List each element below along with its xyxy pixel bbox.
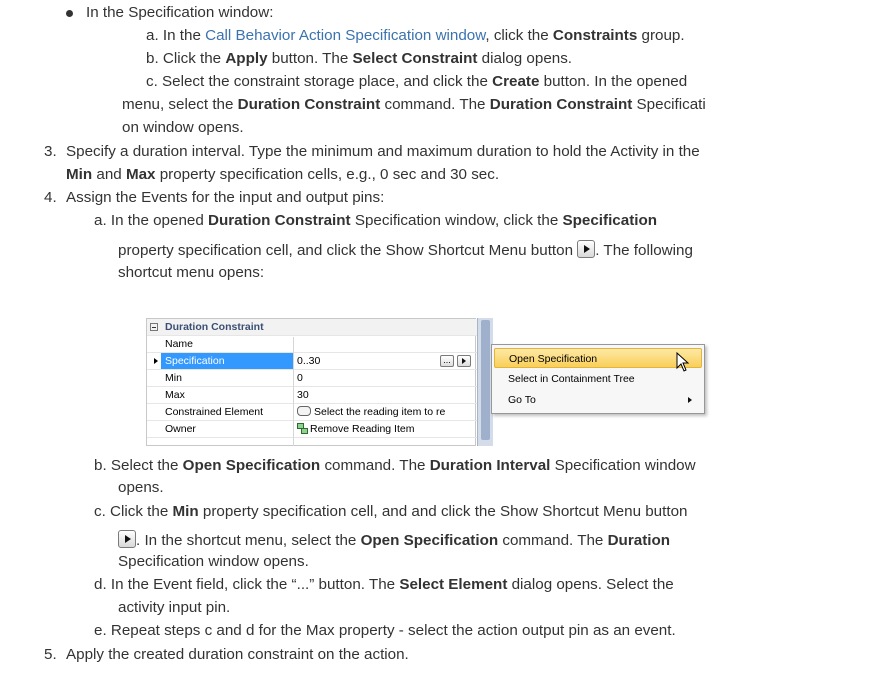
owner-element-icon	[297, 423, 308, 434]
step4-b: b. Select the Open Specification command…	[94, 457, 696, 474]
property-grid: Duration Constraint Name Specification 0…	[146, 318, 477, 446]
substep-a: a. In the Call Behavior Action Specifica…	[146, 27, 685, 44]
grid-row-owner: Owner Remove Reading Item	[147, 421, 477, 438]
constraint-oval-icon	[297, 406, 311, 416]
step4-c: c. Click the Min property specification …	[94, 503, 688, 520]
step4-d-cont: activity input pin.	[118, 599, 231, 616]
shortcut-menu: Open Specification Select in Containment…	[491, 344, 705, 414]
step4-line1: Assign the Events for the input and outp…	[66, 189, 385, 206]
step4-b-cont: opens.	[118, 479, 164, 496]
step4-c-cont2: Specification window opens.	[118, 553, 309, 570]
substep-b: b. Click the Apply button. The Select Co…	[146, 50, 573, 67]
grid-header: Duration Constraint	[147, 319, 477, 336]
row-selector-icon	[154, 358, 158, 364]
step5-number: 5.	[44, 646, 57, 663]
menu-item-select-in-containment-tree[interactable]: Select in Containment Tree	[494, 369, 702, 389]
step3-line2: Min and Max property specification cells…	[66, 166, 500, 183]
grid-row-specification[interactable]: Specification 0..30 ...	[147, 353, 477, 370]
substep-c-cont2: on window opens.	[122, 119, 244, 136]
step3-line1: Specify a duration interval. Type the mi…	[66, 143, 700, 160]
column-separator	[293, 337, 294, 446]
shortcut-menu-screenshot: Duration Constraint Name Specification 0…	[146, 318, 726, 446]
mouse-cursor-icon	[676, 352, 690, 372]
step4-a-cont: property specification cell, and click t…	[118, 240, 693, 259]
step4-d: d. In the Event field, click the “...” b…	[94, 576, 674, 593]
show-shortcut-menu-icon	[577, 240, 596, 258]
grid-row-name: Name	[147, 336, 477, 353]
grid-row-min: Min 0	[147, 370, 477, 387]
step5-line1: Apply the created duration constraint on…	[66, 646, 409, 663]
bullet-dot	[66, 10, 73, 17]
step4-number: 4.	[44, 189, 57, 206]
menu-item-go-to[interactable]: Go To	[494, 390, 702, 410]
ellipsis-button[interactable]: ...	[440, 355, 454, 367]
bullet-intro: In the Specification window:	[86, 4, 274, 21]
step4-a: a. In the opened Duration Constraint Spe…	[94, 212, 658, 229]
menu-item-open-specification[interactable]: Open Specification	[494, 348, 702, 368]
scrollbar-thumb[interactable]	[481, 320, 490, 440]
spec-window-link[interactable]: Call Behavior Action Specification windo…	[205, 27, 485, 44]
step4-e: e. Repeat steps c and d for the Max prop…	[94, 622, 676, 639]
substep-c: c. Select the constraint storage place, …	[146, 73, 688, 90]
step4-c-cont: . In the shortcut menu, select the Open …	[118, 530, 670, 551]
substep-c-cont: menu, select the Duration Constraint com…	[122, 96, 706, 113]
step4-a-cont2: shortcut menu opens:	[118, 264, 265, 281]
step3-number: 3.	[44, 143, 57, 160]
grid-row-max: Max 30	[147, 387, 477, 404]
submenu-arrow-icon	[688, 397, 692, 403]
collapse-icon	[150, 323, 158, 331]
shortcut-menu-button[interactable]	[457, 355, 471, 367]
show-shortcut-menu-icon	[118, 530, 136, 548]
grid-row-constrained-element: Constrained Element Select the reading i…	[147, 404, 477, 421]
